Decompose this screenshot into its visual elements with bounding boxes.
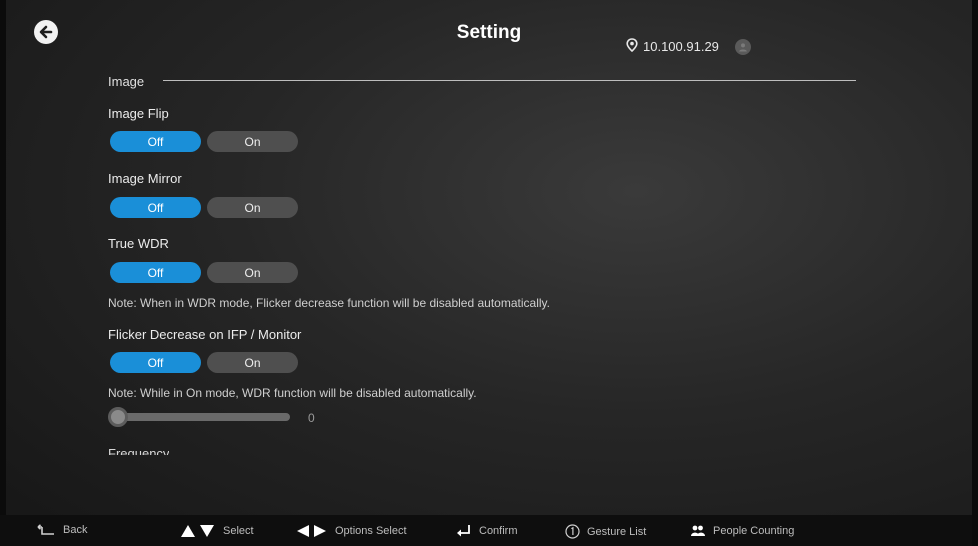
flicker-decrease-toggle: Off On (110, 352, 298, 373)
hint-back-label: Back (63, 524, 88, 536)
enter-icon (456, 524, 472, 538)
image-flip-on-option[interactable]: On (207, 131, 298, 152)
hint-gesture-list[interactable]: Gesture List (565, 524, 646, 539)
ip-address-display: 10.100.91.29 (626, 38, 719, 55)
hint-confirm: Confirm (456, 524, 518, 538)
hint-people-counting-label: People Counting (713, 525, 795, 537)
true-wdr-label: True WDR (108, 236, 169, 251)
image-mirror-on-option[interactable]: On (207, 197, 298, 218)
true-wdr-note: Note: When in WDR mode, Flicker decrease… (108, 296, 550, 310)
image-flip-toggle: Off On (110, 131, 298, 152)
flicker-decrease-off-option[interactable]: Off (110, 352, 201, 373)
section-label-image: Image (108, 74, 145, 89)
true-wdr-off-option[interactable]: Off (110, 262, 201, 283)
slider-value: 0 (308, 411, 315, 425)
user-avatar-icon[interactable] (735, 39, 751, 55)
hint-confirm-label: Confirm (479, 525, 518, 537)
page-title: Setting (456, 22, 522, 43)
image-mirror-toggle: Off On (110, 197, 298, 218)
flicker-decrease-note: Note: While in On mode, WDR function wil… (108, 386, 477, 400)
left-right-arrows-icon (296, 524, 328, 538)
hint-gesture-list-label: Gesture List (587, 525, 647, 538)
flicker-decrease-label: Flicker Decrease on IFP / Monitor (108, 327, 302, 342)
up-down-arrows-icon (180, 524, 216, 538)
hint-options-select: Options Select (296, 524, 407, 538)
frequency-label: Frequency (108, 446, 170, 455)
true-wdr-on-option[interactable]: On (207, 262, 298, 283)
settings-screen: Setting 10.100.91.29 Image Image Flip Of… (0, 0, 978, 546)
image-flip-label: Image Flip (108, 106, 169, 121)
hint-select-label: Select (223, 525, 254, 537)
image-mirror-label: Image Mirror (108, 171, 182, 186)
image-flip-off-option[interactable]: Off (110, 131, 201, 152)
number-one-circle-icon (565, 524, 580, 539)
slider-handle[interactable] (108, 407, 128, 427)
section-divider (163, 80, 856, 81)
hint-back[interactable]: Back (36, 524, 87, 536)
hint-people-counting[interactable]: People Counting (690, 524, 794, 538)
ip-address-text: 10.100.91.29 (643, 39, 719, 54)
hint-select: Select (180, 524, 254, 538)
back-icon (36, 524, 56, 536)
hint-options-select-label: Options Select (335, 525, 407, 537)
location-pin-icon (626, 38, 638, 55)
flicker-decrease-on-option[interactable]: On (207, 352, 298, 373)
true-wdr-toggle: Off On (110, 262, 298, 283)
people-counting-icon (690, 524, 706, 538)
slider-track[interactable] (114, 413, 290, 421)
image-mirror-off-option[interactable]: Off (110, 197, 201, 218)
